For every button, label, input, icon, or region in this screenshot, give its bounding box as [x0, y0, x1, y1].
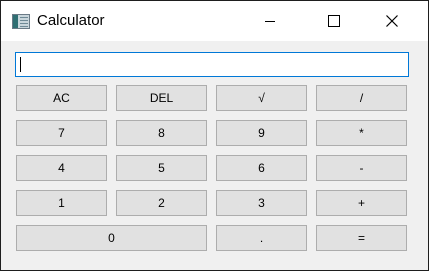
divide-button[interactable]: / — [316, 85, 407, 111]
display-input[interactable] — [15, 52, 409, 77]
subtract-button[interactable]: - — [316, 155, 407, 181]
del-button[interactable]: DEL — [116, 85, 207, 111]
title-bar[interactable]: Calculator — [1, 1, 428, 41]
ac-button[interactable]: AC — [16, 85, 107, 111]
minimize-icon — [265, 21, 275, 22]
close-icon — [386, 15, 398, 27]
text-caret — [20, 57, 21, 72]
decimal-button[interactable]: . — [216, 225, 307, 251]
minimize-button[interactable] — [247, 1, 293, 41]
close-button[interactable] — [369, 1, 415, 41]
digit-8-button[interactable]: 8 — [116, 120, 207, 146]
digit-2-button[interactable]: 2 — [116, 190, 207, 216]
digit-1-button[interactable]: 1 — [16, 190, 107, 216]
digit-4-button[interactable]: 4 — [16, 155, 107, 181]
digit-7-button[interactable]: 7 — [16, 120, 107, 146]
digit-6-button[interactable]: 6 — [216, 155, 307, 181]
multiply-button[interactable]: * — [316, 120, 407, 146]
window-title: Calculator — [37, 12, 105, 29]
sqrt-button[interactable]: √ — [216, 85, 307, 111]
maximize-icon — [328, 15, 340, 27]
digit-0-button[interactable]: 0 — [16, 225, 207, 251]
calculator-app-icon — [12, 14, 30, 29]
digit-3-button[interactable]: 3 — [216, 190, 307, 216]
add-button[interactable]: + — [316, 190, 407, 216]
equals-button[interactable]: = — [316, 225, 407, 251]
digit-9-button[interactable]: 9 — [216, 120, 307, 146]
digit-5-button[interactable]: 5 — [116, 155, 207, 181]
maximize-button[interactable] — [310, 1, 356, 41]
